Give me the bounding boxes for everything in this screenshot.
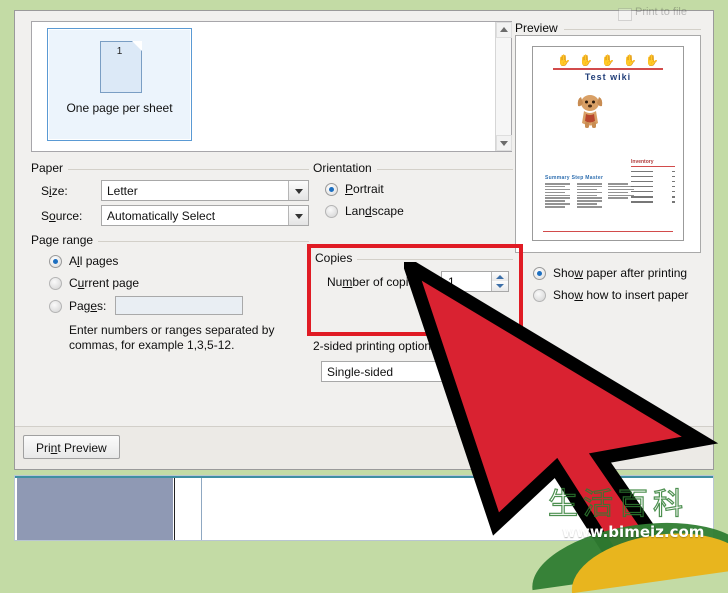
collate-label: Col (457, 300, 476, 314)
strip-divider (174, 478, 175, 540)
preview-body-block: Summary Step Master (545, 175, 637, 209)
preview-frame[interactable]: ✋ ✋ ✋ ✋ ✋ Test wiki Inventory Summary St… (515, 35, 701, 253)
layout-option-one-page-per-sheet[interactable]: 1 One page per sheet (47, 28, 192, 141)
paper-group-legend: Paper (31, 161, 69, 175)
preview-sidebar-heading: Inventory (631, 159, 675, 167)
two-sided-value: Single-sided (327, 365, 394, 379)
radio-all-pages[interactable] (49, 255, 62, 268)
chevron-down-icon[interactable] (288, 206, 308, 225)
paper-size-combobox[interactable]: Letter (101, 180, 309, 201)
label-show-how-to-insert-paper: Show how to insert paper (553, 288, 689, 302)
radio-show-paper-after-printing[interactable] (533, 267, 546, 280)
print-dialog-body: Print to file 1 One page per sheet Paper… (15, 7, 713, 427)
label-all-pages: All pages (69, 254, 119, 268)
copies-group: Copies Number of copies: 1 Col (315, 251, 513, 329)
strip-divider (201, 478, 202, 540)
paper-size-value: Letter (107, 184, 138, 198)
radio-pages[interactable] (49, 300, 62, 313)
preview-document-title: Test wiki (584, 72, 632, 82)
preview-sidebar-row (631, 180, 675, 183)
preview-title-rule (553, 68, 663, 70)
radio-landscape[interactable] (325, 205, 338, 218)
preview-text-column (576, 183, 606, 209)
dialog-footer: Print Preview (15, 426, 713, 469)
layout-option-label: One page per sheet (66, 101, 173, 115)
scroll-up-arrow-icon[interactable] (496, 22, 512, 38)
collate-checkbox[interactable] (437, 301, 450, 314)
preview-sidebar-row (631, 175, 675, 178)
preview-page: ✋ ✋ ✋ ✋ ✋ Test wiki Inventory Summary St… (532, 46, 684, 241)
paper-group-rule (31, 169, 309, 170)
radio-current-page[interactable] (49, 277, 62, 290)
label-pages: Pages: (69, 299, 107, 313)
preview-text-columns (545, 183, 637, 209)
orientation-group-legend: Orientation (313, 161, 377, 175)
preview-sidebar-row (631, 185, 675, 188)
page-range-group-legend: Page range (31, 233, 99, 247)
paper-source-label: Source: (41, 209, 83, 223)
preview-section-heading: Summary Step Master (545, 175, 604, 181)
page-range-hint-line2: commas, for example 1,3,5-12. (69, 338, 235, 352)
label-landscape: Landscape (345, 204, 404, 218)
print-dialog: Print to file 1 One page per sheet Paper… (14, 7, 714, 470)
number-of-copies-label: Number of copies: (327, 275, 425, 289)
copies-group-legend: Copies (315, 251, 358, 265)
two-sided-combobox[interactable]: Single-sided (321, 361, 503, 382)
label-show-paper-after-printing: Show paper after printing (553, 266, 688, 280)
hand-icon: ✋ (645, 55, 659, 67)
hand-icon: ✋ (557, 55, 571, 67)
preview-sidebar-row (631, 201, 675, 203)
preview-sidebar-row (631, 195, 675, 198)
layout-list-scrollbar[interactable] (495, 22, 512, 151)
preview-bottom-rule (543, 230, 673, 232)
orientation-group: Orientation Portrait Landscape (313, 161, 513, 223)
page-thumbnail-number: 1 (116, 46, 123, 57)
hand-icon: ✋ (579, 55, 593, 67)
pages-input[interactable] (115, 296, 243, 315)
number-of-copies-spinner[interactable]: 1 (441, 271, 509, 292)
preview-sidebar-row (631, 190, 675, 193)
preview-legend: Preview (515, 21, 564, 35)
handprints-row: ✋ ✋ ✋ ✋ ✋ (557, 55, 659, 67)
paper-group: Paper Size: Letter Source: Automatically… (31, 161, 309, 226)
radio-show-how-to-insert-paper[interactable] (533, 289, 546, 302)
chevron-down-icon[interactable] (482, 362, 502, 381)
scroll-down-arrow-icon[interactable] (496, 135, 512, 151)
print-to-file-label: Print to file (635, 7, 687, 18)
preview-sidebar-row (631, 170, 675, 173)
radio-portrait[interactable] (325, 183, 338, 196)
print-to-file-checkbox[interactable] (618, 8, 632, 21)
preview-pane: Preview ✋ ✋ ✋ ✋ ✋ Test wiki Inventory Su… (515, 21, 701, 253)
paper-size-label: Size: (41, 184, 68, 198)
print-to-file-checkbox-row[interactable]: Print to file (615, 7, 728, 21)
hand-icon: ✋ (623, 55, 637, 67)
page-range-group: Page range All pages Current page Pages:… (31, 233, 309, 373)
two-sided-group: 2-sided printing options Single-sided (313, 339, 513, 395)
preview-text-column (608, 183, 637, 209)
strip-selected-block (17, 478, 173, 540)
spinner-down-arrow-icon[interactable] (491, 281, 508, 291)
paper-source-combobox[interactable]: Automatically Select (101, 205, 309, 226)
number-of-copies-value: 1 (448, 275, 455, 289)
chevron-down-icon[interactable] (288, 181, 308, 200)
page-range-hint: Enter numbers or ranges separated by com… (69, 323, 309, 353)
print-preview-button[interactable]: Print Preview (23, 435, 120, 459)
page-range-hint-line1: Enter numbers or ranges separated by (69, 323, 275, 337)
two-sided-group-legend: 2-sided printing options (313, 339, 443, 353)
layout-listbox[interactable]: 1 One page per sheet (31, 21, 512, 152)
hand-icon: ✋ (601, 55, 615, 67)
dog-illustration-icon (577, 95, 603, 128)
background-document-strip (14, 475, 714, 541)
preview-text-column (545, 183, 574, 209)
paper-source-value: Automatically Select (107, 209, 216, 223)
label-portrait: Portrait (345, 182, 384, 196)
label-current-page: Current page (69, 276, 140, 290)
preview-sidebar-block: Inventory (631, 159, 675, 203)
